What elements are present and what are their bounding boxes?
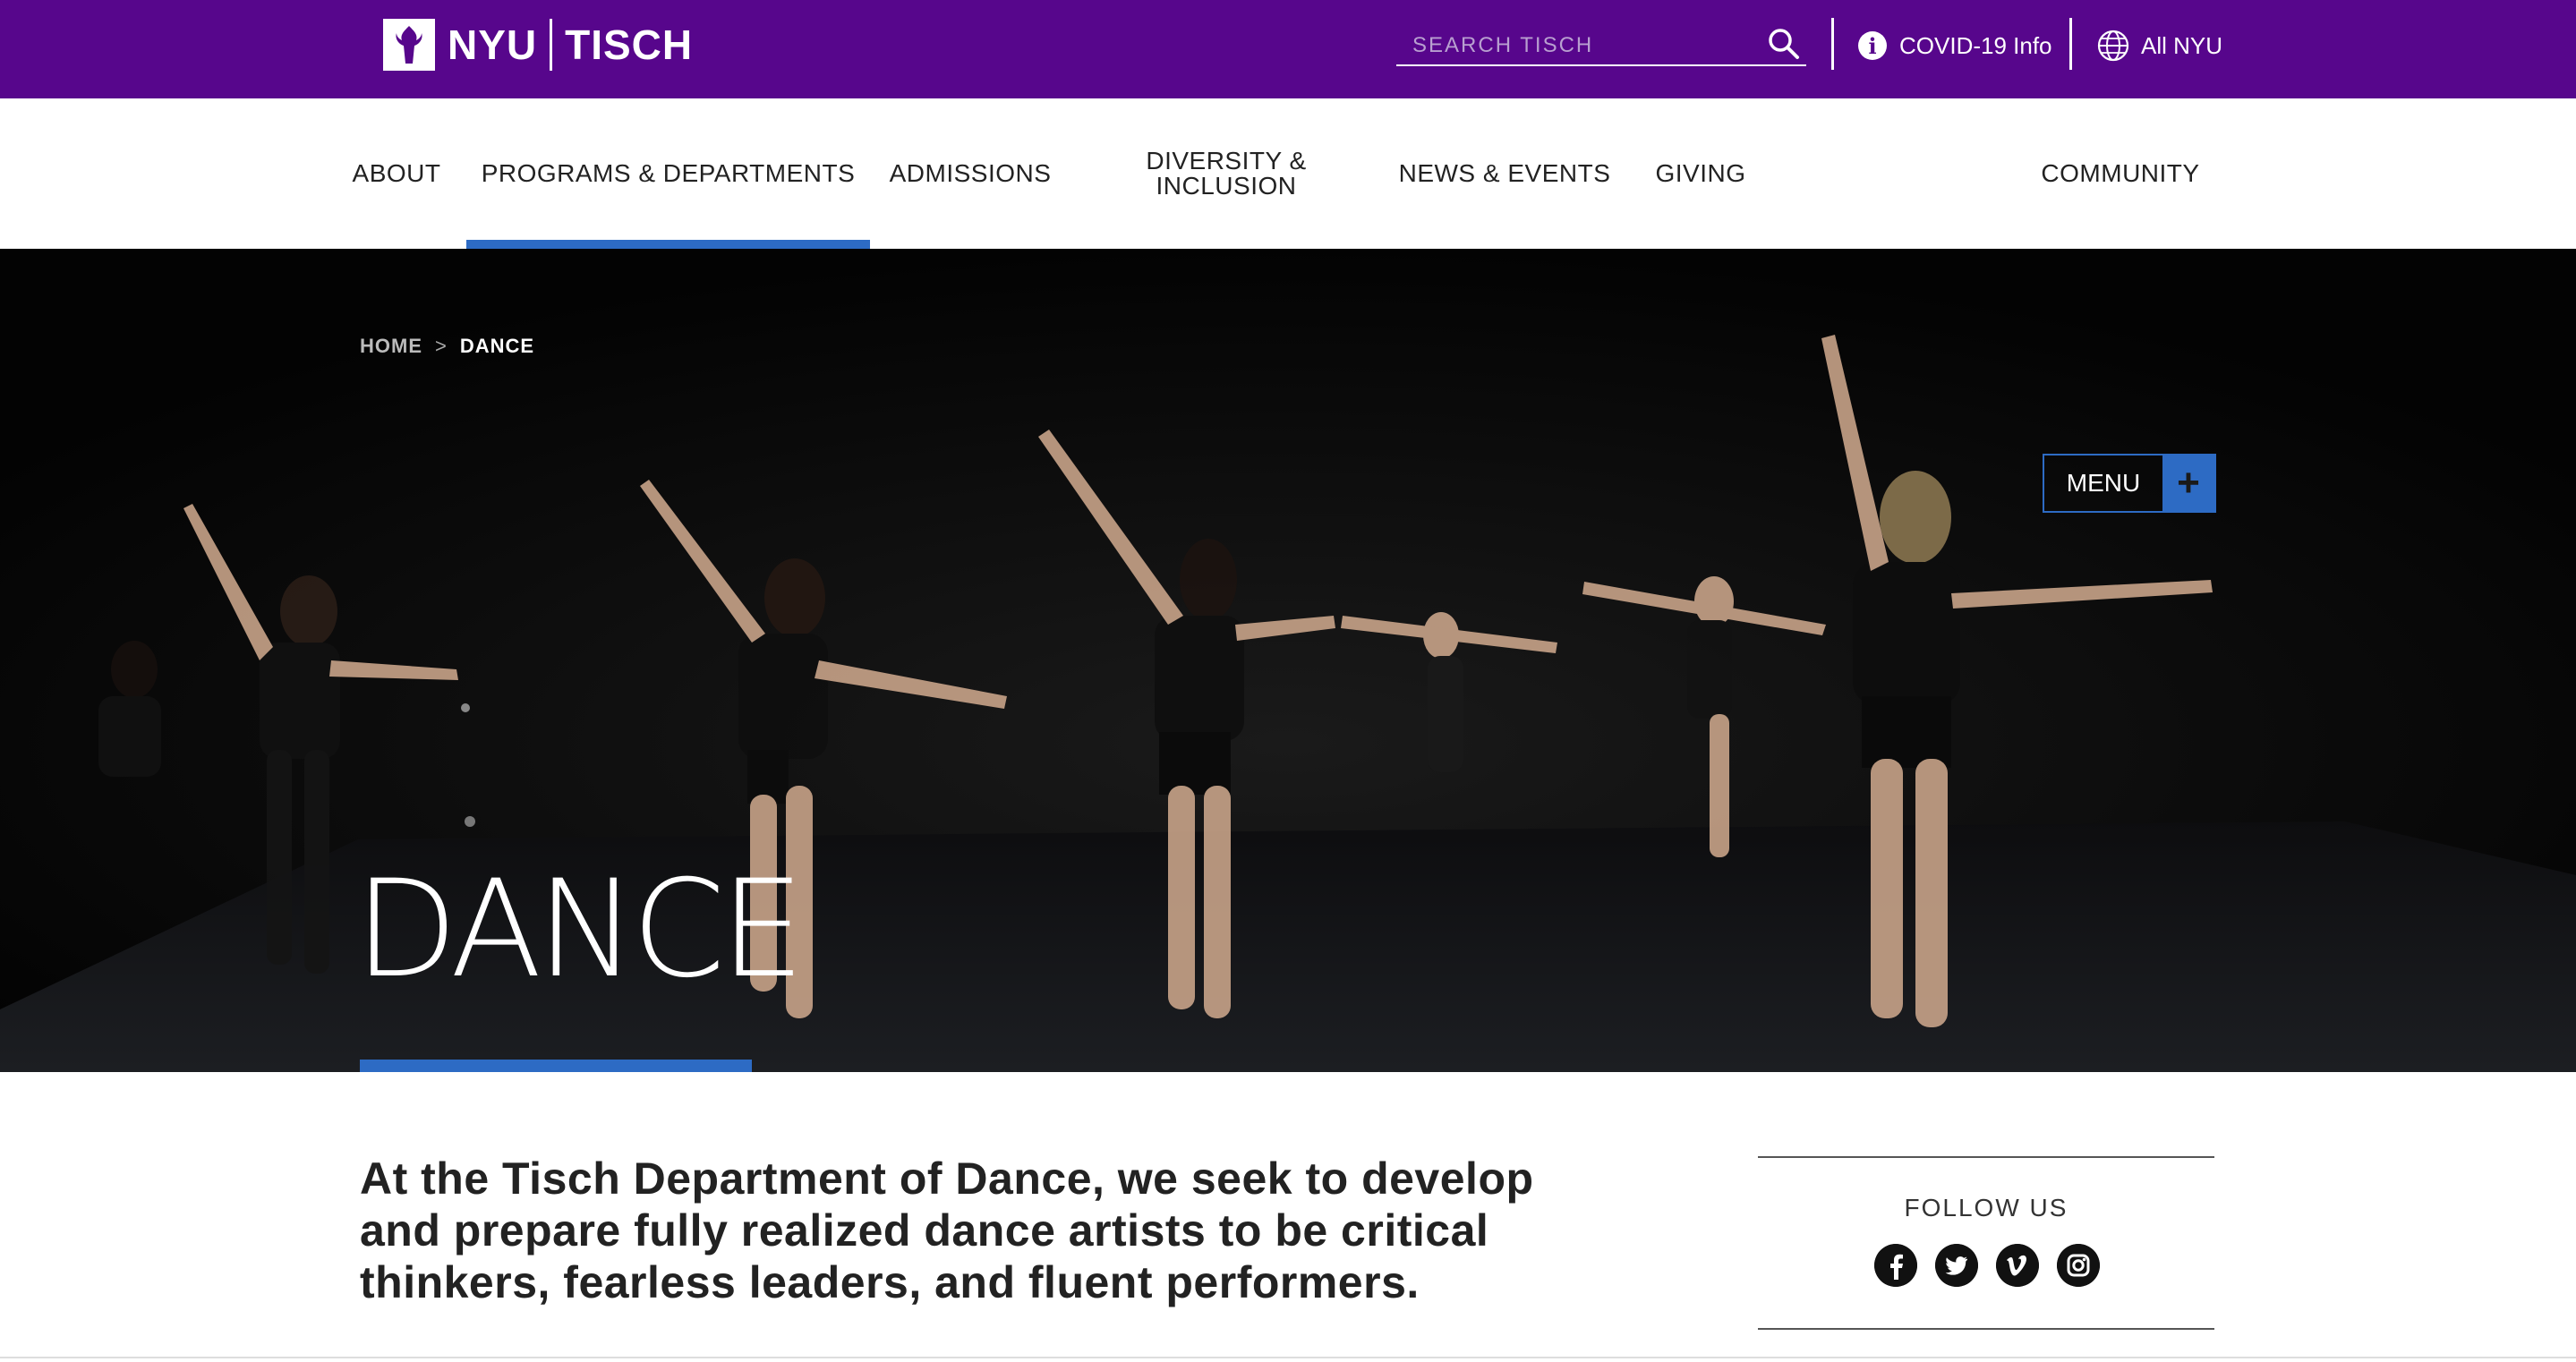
- menu-label: MENU: [2066, 469, 2141, 497]
- nav-item-about[interactable]: ABOUT: [349, 98, 444, 249]
- breadcrumb-home-link[interactable]: HOME: [360, 335, 422, 357]
- breadcrumb-current: DANCE: [459, 335, 535, 357]
- nav-item-community[interactable]: COMMUNITY: [2025, 98, 2216, 249]
- vimeo-icon[interactable]: [1996, 1244, 2039, 1287]
- nav-active-indicator: [466, 240, 870, 249]
- covid-info-label: COVID-19 Info: [1899, 31, 2052, 59]
- breadcrumb: HOME > DANCE: [360, 335, 534, 358]
- nav-item-diversity-inclusion[interactable]: DIVERSITY & INCLUSION: [1119, 98, 1334, 249]
- follow-us-panel: FOLLOW US: [1758, 1156, 2214, 1330]
- torch-icon: [383, 19, 435, 71]
- twitter-icon[interactable]: [1935, 1244, 1978, 1287]
- intro-line: At the Tisch Department of Dance, we see…: [360, 1153, 1534, 1204]
- nav-item-giving[interactable]: GIVING: [1649, 98, 1753, 249]
- nav-item-news-events[interactable]: NEWS & EVENTS: [1393, 98, 1616, 249]
- search-icon[interactable]: [1767, 27, 1801, 61]
- intro-line: and prepare fully realized dance artists…: [360, 1205, 1489, 1256]
- search-input[interactable]: [1411, 29, 1736, 63]
- nav-item-label: DIVERSITY &: [1146, 147, 1307, 175]
- title-underline: [360, 1060, 752, 1072]
- facebook-icon[interactable]: [1874, 1244, 1917, 1287]
- nyu-tisch-logo[interactable]: NYU TISCH: [383, 18, 693, 72]
- globe-icon: [2097, 30, 2129, 62]
- search-box: [1396, 21, 1806, 66]
- breadcrumb-separator: >: [435, 335, 448, 357]
- intro-line: thinkers, fearless leaders, and fluent p…: [360, 1257, 1420, 1307]
- instagram-icon[interactable]: [2057, 1244, 2100, 1287]
- info-icon: i: [1858, 31, 1887, 60]
- logo-tisch-text: TISCH: [565, 21, 694, 68]
- all-nyu-label: All NYU: [2141, 31, 2223, 59]
- nav-item-admissions[interactable]: ADMISSIONS: [886, 98, 1054, 249]
- nav-item-label: INCLUSION: [1156, 172, 1297, 200]
- logo-nyu-text: NYU: [448, 21, 538, 68]
- plus-icon: +: [2162, 455, 2214, 511]
- follow-us-title: FOLLOW US: [1904, 1194, 2068, 1222]
- main-nav: ABOUT PROGRAMS & DEPARTMENTS ADMISSIONS …: [0, 98, 2576, 249]
- intro-statement: At the Tisch Department of Dance, we see…: [360, 1153, 1613, 1308]
- page-divider: [0, 1357, 2576, 1358]
- hero-banner: HOME > DANCE MENU + DANCE: [0, 249, 2576, 1072]
- section-menu-button[interactable]: MENU +: [2043, 454, 2216, 513]
- header-divider: [1831, 18, 1834, 70]
- nav-item-programs-departments[interactable]: PROGRAMS & DEPARTMENTS: [466, 98, 870, 249]
- covid-info-link[interactable]: i COVID-19 Info: [1858, 25, 2052, 66]
- logo-divider: [550, 19, 553, 71]
- all-nyu-link[interactable]: All NYU: [2096, 25, 2222, 66]
- page-title: DANCE: [354, 852, 805, 1008]
- top-bar: NYU TISCH i COVID-19 Info All NYU: [0, 0, 2576, 98]
- header-divider: [2069, 18, 2072, 70]
